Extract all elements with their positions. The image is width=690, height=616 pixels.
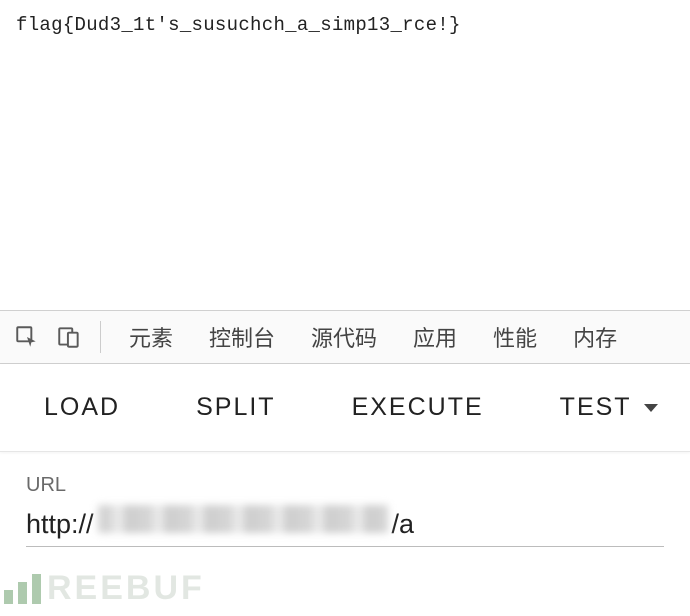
watermark: REEBUF — [4, 569, 205, 608]
execute-button[interactable]: EXECUTE — [336, 393, 500, 422]
url-label: URL — [26, 474, 664, 497]
url-input[interactable]: http:// /a — [26, 505, 664, 547]
flag-text: flag{Dud3_1t's_susuchch_a_simp13_rce!} — [16, 14, 674, 36]
split-button[interactable]: SPLIT — [180, 393, 291, 422]
split-label: SPLIT — [196, 393, 275, 422]
url-redacted — [98, 505, 388, 533]
tab-performance[interactable]: 性能 — [475, 311, 555, 363]
tab-sources[interactable]: 源代码 — [293, 311, 395, 363]
devtools-tab-bar: 元素 控制台 源代码 应用 性能 内存 — [0, 310, 690, 364]
separator — [100, 321, 101, 353]
test-label: TEST — [560, 393, 632, 422]
chevron-down-icon — [644, 404, 658, 412]
page-content: flag{Dud3_1t's_susuchch_a_simp13_rce!} — [0, 0, 690, 310]
url-panel: URL http:// /a — [0, 452, 690, 547]
tab-application[interactable]: 应用 — [395, 311, 475, 363]
action-toolbar: LOAD SPLIT EXECUTE TEST — [0, 364, 690, 452]
execute-label: EXECUTE — [352, 393, 484, 422]
test-button[interactable]: TEST — [544, 393, 674, 422]
load-button[interactable]: LOAD — [28, 393, 136, 422]
device-toggle-icon[interactable] — [54, 322, 84, 352]
load-label: LOAD — [44, 393, 120, 422]
url-prefix: http:// — [26, 509, 94, 540]
tab-elements[interactable]: 元素 — [111, 311, 191, 363]
inspect-icon[interactable] — [12, 322, 42, 352]
tab-memory[interactable]: 内存 — [555, 311, 635, 363]
tab-console[interactable]: 控制台 — [191, 311, 293, 363]
url-suffix: /a — [392, 509, 415, 540]
watermark-text: REEBUF — [47, 569, 205, 608]
watermark-logo-icon — [4, 574, 41, 604]
